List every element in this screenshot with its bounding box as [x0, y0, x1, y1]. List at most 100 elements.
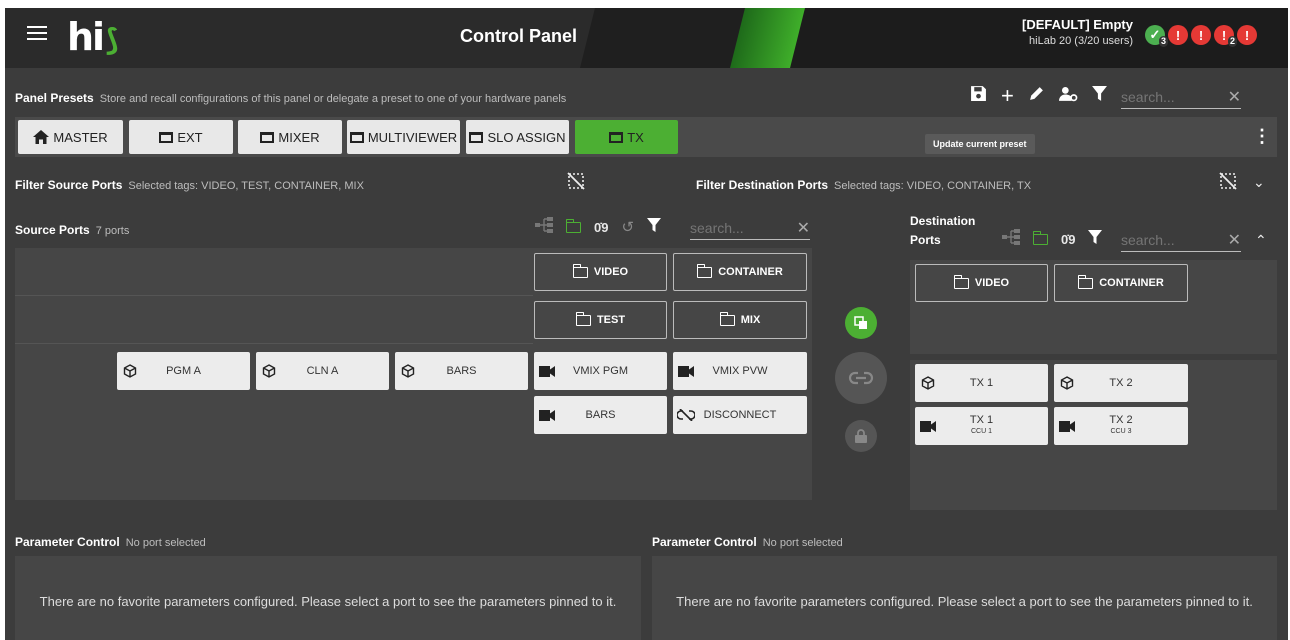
preset-master-button[interactable]: MASTER	[18, 120, 123, 154]
source-port-button[interactable]: CLN A	[256, 352, 389, 390]
preset-slo-assign-button[interactable]: SLO ASSIGN	[466, 120, 569, 154]
chevron-up-icon[interactable]: ⌃	[1255, 232, 1267, 249]
preset-multiviewer-button[interactable]: MULTIVIEWER	[347, 120, 460, 154]
clear-icon[interactable]: ✕	[1228, 87, 1241, 107]
folder-icon	[719, 311, 735, 326]
app-window: hi⟆ Control Panel [DEFAULT] Empty hiLab …	[5, 8, 1288, 640]
edit-icon[interactable]	[1028, 85, 1045, 107]
disconnect-button[interactable]: DISCONNECT	[673, 396, 807, 434]
port-label: BARS	[446, 364, 477, 377]
clear-filter-icon[interactable]	[567, 172, 585, 195]
tree-icon[interactable]	[535, 217, 553, 237]
tag-test-button[interactable]: TEST	[534, 301, 667, 339]
menu-icon[interactable]	[27, 26, 47, 42]
parameter-control-title: Parameter Control	[652, 535, 757, 549]
destination-tags-panel: VIDEO CONTAINER	[910, 260, 1277, 354]
alert-icon[interactable]: !	[1168, 25, 1188, 45]
chevron-down-icon[interactable]: ⌄	[1253, 174, 1265, 191]
user-info[interactable]: [DEFAULT] Empty hiLab 20 (3/20 users)	[1015, 17, 1133, 47]
lock-button[interactable]	[845, 420, 877, 452]
connect-button[interactable]	[835, 352, 887, 404]
tag-label: VIDEO	[593, 266, 629, 278]
tag-label: CONTAINER	[718, 266, 783, 278]
tag-label: MIX	[740, 314, 761, 326]
status-indicators: ✓ 3 ! ! ! 2 !	[1145, 25, 1257, 47]
parameter-control-left-header: Parameter Control No port selected	[15, 533, 206, 551]
empty-message: There are no favorite parameters configu…	[676, 593, 1253, 609]
folder-icon[interactable]	[566, 218, 581, 233]
cube-icon	[117, 364, 143, 378]
preset-search-input[interactable]	[1121, 87, 1217, 105]
frame-icon	[469, 131, 484, 143]
parameter-control-right-panel: There are no favorite parameters configu…	[652, 556, 1277, 640]
row-divider	[15, 295, 533, 296]
tag-label: TEST	[596, 314, 626, 326]
clear-icon[interactable]: ✕	[1228, 230, 1241, 250]
user-settings-icon[interactable]	[1058, 85, 1078, 107]
reset-icon[interactable]: ↺	[621, 218, 634, 236]
camera-icon	[1054, 420, 1080, 432]
tag-label: VIDEO	[974, 277, 1010, 289]
home-icon	[33, 130, 50, 144]
sort-numeric-icon[interactable]: 0̇9	[1061, 232, 1075, 247]
preset-name: [DEFAULT] Empty	[1022, 17, 1133, 32]
folder-icon	[575, 311, 591, 326]
clear-filter-icon[interactable]	[1219, 172, 1237, 195]
destination-toolbar: 0̇9	[1002, 229, 1103, 249]
port-label: BARS	[585, 408, 616, 421]
destination-search-input[interactable]	[1121, 230, 1217, 248]
source-search: ✕	[690, 218, 810, 240]
fish-logo-icon: ⟆	[105, 23, 119, 58]
destination-port-button[interactable]: TX 1 CCU 1	[915, 407, 1048, 445]
folder-icon	[1078, 274, 1094, 289]
alert-icon[interactable]: !	[1237, 25, 1257, 45]
destination-ports-title: Destination Ports	[910, 214, 976, 247]
port-label: CLN A	[306, 364, 339, 377]
preset-search: ✕	[1121, 87, 1241, 109]
camera-icon	[534, 365, 560, 377]
filter-icon[interactable]	[647, 217, 662, 237]
destination-port-button[interactable]: TX 2 CCU 3	[1054, 407, 1188, 445]
port-name: TX 2	[1109, 414, 1133, 426]
link-icon	[848, 371, 874, 385]
save-icon[interactable]	[970, 85, 987, 107]
destination-ports-panel: TX 1 TX 2 TX 1 CCU 1 TX 2 CCU 3	[910, 360, 1277, 510]
port-label: TX 2	[1109, 376, 1133, 389]
preset-label: MASTER	[53, 129, 108, 145]
tag-container-button[interactable]: CONTAINER	[673, 253, 807, 291]
preset-ext-button[interactable]: EXT	[129, 120, 233, 154]
destination-port-button[interactable]: TX 2	[1054, 364, 1188, 402]
filter-icon[interactable]	[1091, 85, 1107, 107]
tag-mix-button[interactable]: MIX	[673, 301, 807, 339]
destination-search: ✕	[1121, 230, 1241, 252]
source-port-button[interactable]: PGM A	[117, 352, 250, 390]
status-count: 3	[1158, 36, 1168, 47]
clear-icon[interactable]: ✕	[797, 218, 810, 238]
tag-container-button[interactable]: CONTAINER	[1054, 264, 1188, 302]
folder-icon	[953, 274, 969, 289]
preset-mixer-button[interactable]: MIXER	[238, 120, 342, 154]
source-port-button[interactable]: BARS	[395, 352, 528, 390]
add-icon[interactable]: +	[1001, 85, 1014, 107]
parameter-control-status: No port selected	[762, 537, 843, 549]
parameter-control-status: No port selected	[125, 537, 206, 549]
tag-video-button[interactable]: VIDEO	[534, 253, 667, 291]
alert-icon[interactable]: !	[1191, 25, 1211, 45]
source-ports-header: Source Ports 7 ports	[15, 221, 129, 239]
alert-icon[interactable]: ! 2	[1214, 25, 1237, 47]
preset-tx-button[interactable]: TX	[575, 120, 678, 154]
source-port-button[interactable]: BARS	[534, 396, 667, 434]
sort-numeric-icon[interactable]: 0̇9	[594, 220, 608, 235]
source-port-button[interactable]: VMIX PGM	[534, 352, 667, 390]
filter-icon[interactable]	[1088, 229, 1103, 249]
folder-icon[interactable]	[1033, 230, 1048, 245]
source-search-input[interactable]	[690, 218, 786, 236]
source-port-button[interactable]: VMIX PVW	[673, 352, 807, 390]
presets-header: Panel Presets Store and recall configurat…	[15, 89, 566, 107]
tag-video-button[interactable]: VIDEO	[915, 264, 1048, 302]
copy-connection-button[interactable]	[845, 307, 877, 339]
tree-icon[interactable]	[1002, 229, 1020, 249]
check-status-icon[interactable]: ✓ 3	[1145, 25, 1168, 47]
more-options-icon[interactable]: ⋮	[1253, 126, 1271, 147]
destination-port-button[interactable]: TX 1	[915, 364, 1048, 402]
